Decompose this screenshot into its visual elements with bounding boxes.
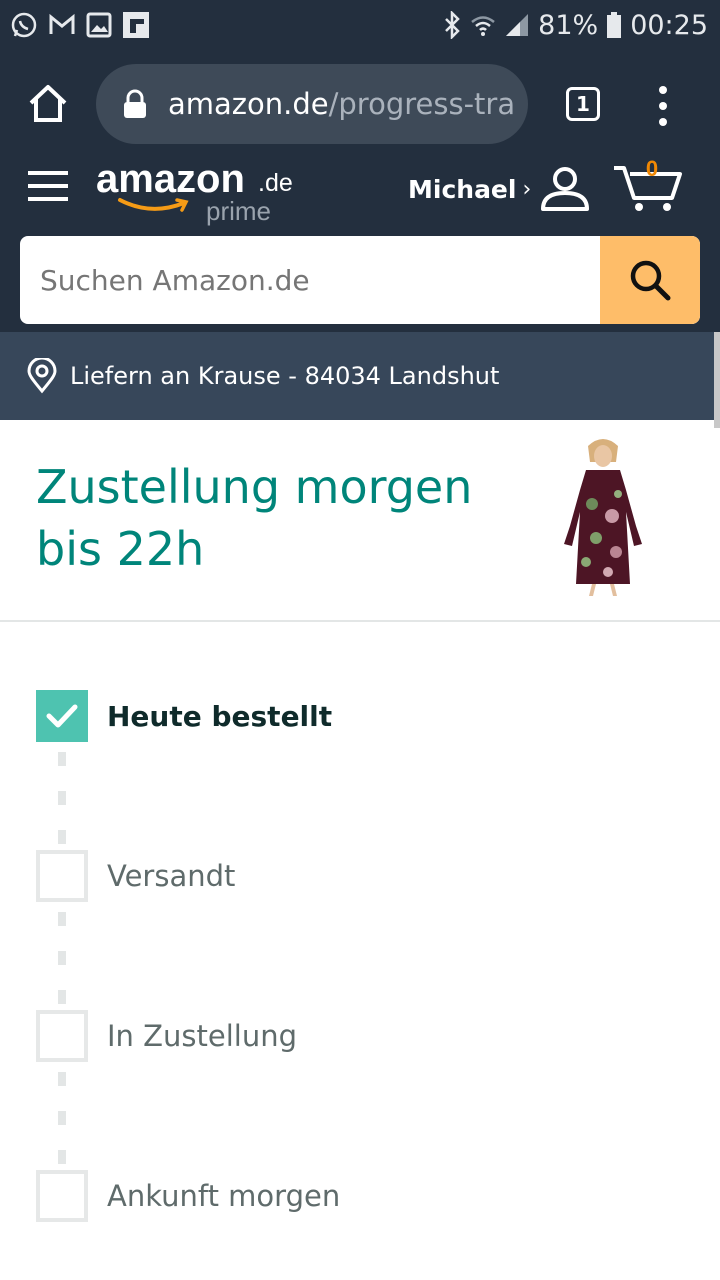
signal-icon: [504, 12, 530, 38]
scroll-indicator: [714, 332, 720, 428]
location-pin-icon: [24, 356, 60, 394]
whatsapp-icon: [10, 11, 38, 39]
progress-connector: [58, 1072, 66, 1086]
site-header: amazon .de prime Michael › 0: [0, 160, 720, 332]
search-icon: [630, 260, 671, 301]
progress-connector: [58, 951, 66, 965]
account-chevron: ›: [522, 176, 532, 202]
step-label: Versandt: [107, 859, 236, 893]
progress-connector: [58, 1150, 66, 1164]
more-options-icon[interactable]: [650, 84, 676, 128]
step-ordered: Heute bestellt: [36, 690, 332, 742]
deliver-to-bar[interactable]: Liefern an Krause - 84034 Landshut: [0, 332, 720, 420]
progress-connector: [58, 830, 66, 844]
hamburger-menu-icon[interactable]: [28, 166, 68, 206]
status-bar: 81% 00:25: [0, 0, 720, 50]
url-bar[interactable]: amazon.de/progress-tra: [96, 64, 528, 144]
delivery-headline: Zustellung morgen bis 22h: [36, 456, 536, 580]
browser-toolbar: amazon.de/progress-tra 1: [0, 50, 720, 160]
cart-icon[interactable]: 0: [612, 160, 686, 214]
progress-connector: [58, 912, 66, 926]
svg-text:prime: prime: [206, 196, 271, 226]
svg-text:amazon: amazon: [96, 160, 245, 201]
section-divider: [0, 620, 720, 622]
url-host: amazon.de: [168, 87, 329, 121]
checkbox-unchecked: [36, 1010, 88, 1062]
checkmark-icon: [46, 704, 78, 728]
step-arrival: Ankunft morgen: [36, 1170, 340, 1222]
step-label: Ankunft morgen: [107, 1179, 341, 1213]
step-label: Heute bestellt: [107, 699, 333, 733]
checkbox-unchecked: [36, 850, 88, 902]
bluetooth-icon: [442, 11, 462, 39]
step-shipped: Versandt: [36, 850, 235, 902]
cart-count: 0: [646, 160, 658, 181]
user-icon: [539, 165, 591, 213]
step-label: In Zustellung: [107, 1019, 298, 1053]
flipboard-icon: [122, 11, 150, 39]
headline-line-1: Zustellung morgen: [36, 460, 473, 514]
step-out-for-delivery: In Zustellung: [36, 1010, 297, 1062]
account-name: Michael: [408, 174, 517, 204]
gmail-icon: [48, 13, 76, 37]
url-text: amazon.de/progress-tra: [168, 87, 515, 121]
progress-connector: [58, 752, 66, 766]
checkbox-checked: [36, 690, 88, 742]
search-button[interactable]: [600, 236, 700, 324]
tab-switcher-button[interactable]: 1: [566, 87, 600, 121]
clock: 00:25: [630, 9, 708, 41]
product-image[interactable]: [556, 434, 650, 598]
search-bar: [20, 236, 700, 324]
amazon-prime-logo[interactable]: amazon .de prime: [96, 160, 306, 230]
account-link[interactable]: Michael ›: [408, 164, 591, 214]
gallery-icon: [86, 12, 112, 38]
wifi-icon: [470, 12, 496, 38]
battery-icon: [606, 11, 622, 39]
progress-connector: [58, 1111, 66, 1125]
home-icon[interactable]: [26, 82, 70, 126]
deliver-to-text: Liefern an Krause - 84034 Landshut: [70, 362, 500, 390]
lock-icon: [122, 89, 148, 119]
checkbox-unchecked: [36, 1170, 88, 1222]
headline-line-2: bis 22h: [36, 522, 205, 576]
svg-text:.de: .de: [258, 169, 293, 197]
url-path: /progress-tra: [328, 87, 516, 121]
search-input[interactable]: [20, 236, 600, 324]
progress-connector: [58, 791, 66, 805]
progress-connector: [58, 990, 66, 1004]
battery-percentage: 81%: [538, 9, 599, 41]
